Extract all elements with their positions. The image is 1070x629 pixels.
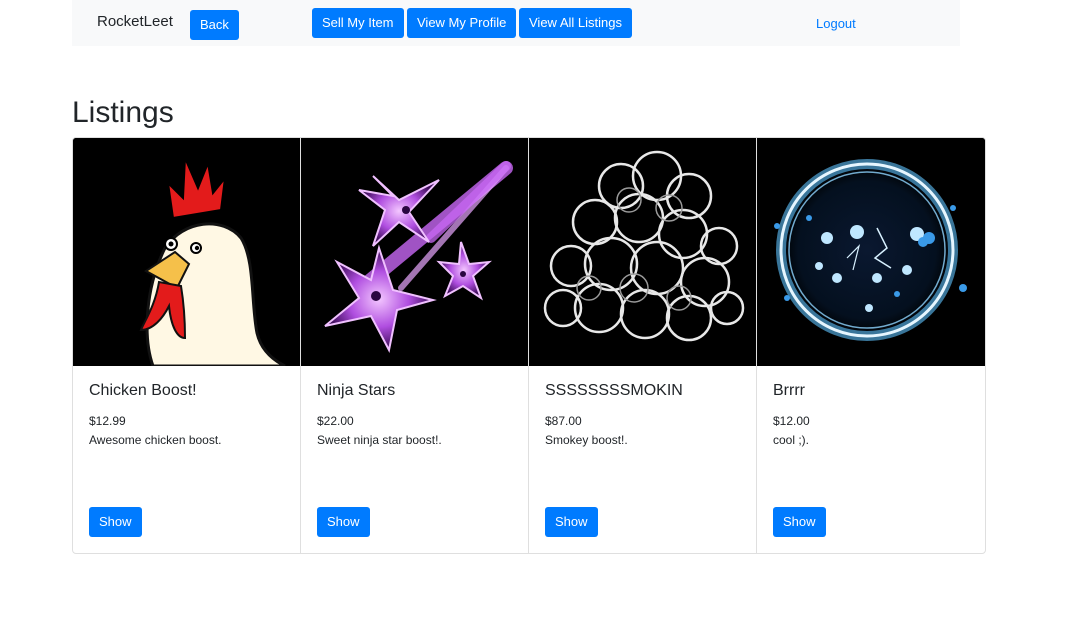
ninja-stars-image — [301, 138, 528, 366]
listing-title: Brrrr — [773, 382, 805, 399]
logout-link[interactable]: Logout — [816, 16, 856, 31]
listing-price: $22.00 — [317, 414, 354, 428]
listing-card: Ninja Stars $22.00 Sweet ninja star boos… — [301, 138, 529, 553]
view-all-listings-button[interactable]: View All Listings — [519, 8, 632, 38]
listing-description: Smokey boost!. — [545, 433, 628, 447]
back-button[interactable]: Back — [190, 10, 239, 40]
listing-description: cool ;). — [773, 433, 810, 447]
brand-logo[interactable]: RocketLeet — [97, 13, 173, 30]
listing-price: $12.99 — [89, 414, 126, 428]
listing-title: SSSSSSSSMOKIN — [545, 382, 683, 399]
chicken-image — [73, 138, 300, 366]
listing-price: $12.00 — [773, 414, 810, 428]
listing-card: Brrrr $12.00 cool ;). Show — [757, 138, 985, 553]
page-title: Listings — [72, 96, 174, 129]
show-button[interactable]: Show — [317, 507, 370, 537]
smoke-image — [529, 138, 756, 366]
show-button[interactable]: Show — [89, 507, 142, 537]
listing-price: $87.00 — [545, 414, 582, 428]
listing-grid: Chicken Boost! $12.99 Awesome chicken bo… — [72, 137, 986, 554]
sell-item-button[interactable]: Sell My Item — [312, 8, 404, 38]
listing-description: Awesome chicken boost. — [89, 433, 222, 447]
navbar: RocketLeet Back Sell My Item View My Pro… — [72, 0, 960, 46]
listing-title: Ninja Stars — [317, 382, 396, 399]
show-button[interactable]: Show — [545, 507, 598, 537]
show-button[interactable]: Show — [773, 507, 826, 537]
listing-card: Chicken Boost! $12.99 Awesome chicken bo… — [73, 138, 301, 553]
view-profile-button[interactable]: View My Profile — [407, 8, 517, 38]
ice-ring-image — [757, 138, 985, 366]
listing-title: Chicken Boost! — [89, 382, 197, 399]
listing-description: Sweet ninja star boost!. — [317, 433, 442, 447]
listing-card: SSSSSSSSMOKIN $87.00 Smokey boost!. Show — [529, 138, 757, 553]
